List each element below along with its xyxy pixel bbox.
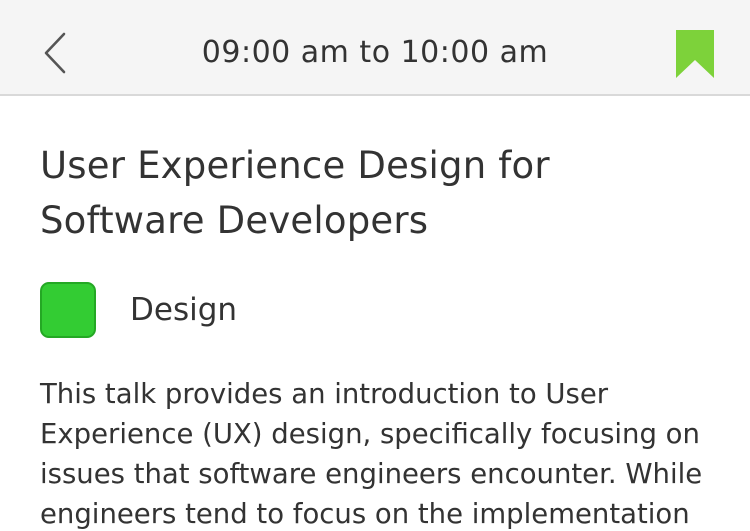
session-description: This talk provides an introduction to Us…	[40, 378, 703, 530]
top-nav-bar: 09:00 am to 10:00 am	[0, 0, 750, 96]
bookmark-icon	[676, 30, 714, 78]
track-label: Design	[130, 292, 238, 328]
session-detail: User Experience Design for Software Deve…	[40, 96, 720, 531]
session-title: User Experience Design for Software Deve…	[40, 144, 550, 242]
bookmark-button[interactable]	[676, 30, 714, 78]
track-color-swatch	[40, 282, 96, 338]
track-row: Design	[40, 280, 720, 340]
session-time-title: 09:00 am to 10:00 am	[201, 35, 549, 70]
